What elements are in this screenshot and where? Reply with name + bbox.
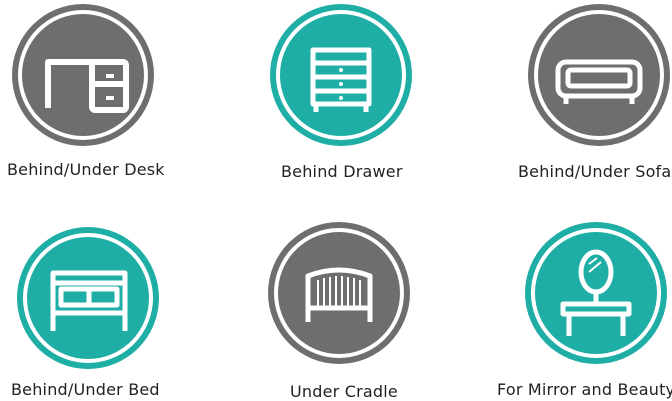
desk-circle[interactable] (12, 4, 154, 146)
drawer-icon (276, 10, 406, 140)
sofa-circle[interactable] (528, 4, 670, 146)
bed-label: Behind/Under Bed (11, 380, 160, 399)
desk-label: Behind/Under Desk (7, 160, 165, 179)
sofa-icon (534, 10, 664, 140)
vanity-label: For Mirror and Beauty (497, 380, 672, 399)
vanity-circle[interactable] (525, 222, 667, 364)
cradle-icon (274, 228, 404, 358)
bed-icon (23, 233, 153, 363)
bed-circle[interactable] (17, 227, 159, 369)
desk-icon (18, 10, 148, 140)
cradle-label: Under Cradle (290, 382, 398, 401)
vanity-mirror-icon (531, 228, 661, 358)
drawer-label: Behind Drawer (281, 162, 403, 181)
cradle-circle[interactable] (268, 222, 410, 364)
drawer-circle[interactable] (270, 4, 412, 146)
sofa-label: Behind/Under Sofa (518, 162, 672, 181)
